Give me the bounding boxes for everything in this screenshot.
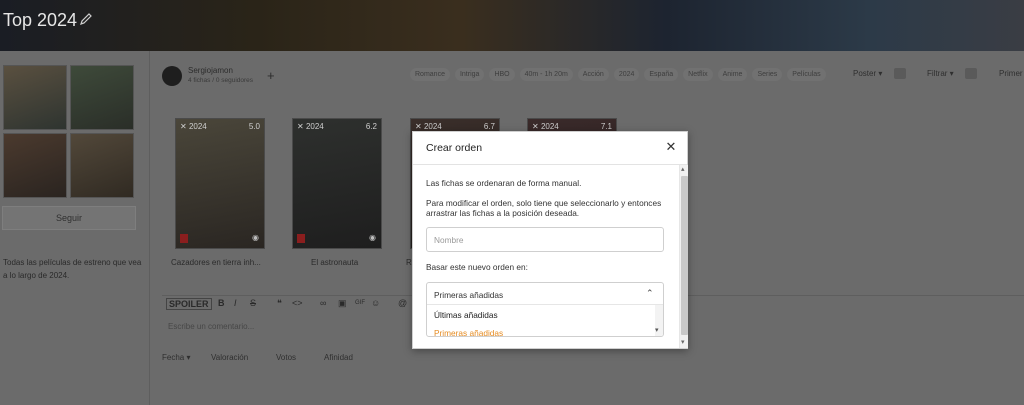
poster-title[interactable]: El astronauta	[311, 258, 358, 267]
eye-icon[interactable]: ◉	[252, 233, 259, 242]
list-banner: Top 2024	[0, 0, 1024, 51]
poster-card[interactable]: ✕ 2024 5.0 ◉	[175, 118, 265, 249]
poster-year: ✕ 2024	[180, 122, 207, 131]
mention-icon[interactable]: @	[398, 298, 407, 308]
poster-year: ✕ 2024	[415, 122, 442, 131]
tag-chip[interactable]: Romance	[410, 68, 450, 81]
sort-date-label: Fecha	[162, 353, 185, 362]
order-name-input[interactable]	[426, 227, 664, 252]
cover-thumb	[70, 133, 134, 198]
select-scrollbar[interactable]: ▾	[655, 305, 663, 336]
avatar[interactable]	[162, 66, 182, 86]
first-sort-label[interactable]: Primer	[999, 69, 1023, 78]
poster-year: ✕ 2024	[532, 122, 559, 131]
info-text: Para modificar el orden, solo tiene que …	[426, 198, 662, 218]
modal-title: Crear orden	[426, 142, 483, 154]
spoiler-button[interactable]: SPOILER	[166, 298, 212, 310]
quote-icon[interactable]: ❝	[277, 298, 282, 309]
chevron-down-icon[interactable]: ▾	[655, 326, 659, 334]
scroll-down-icon[interactable]: ▾	[681, 338, 685, 347]
poster-title[interactable]: Cazadores en tierra inh...	[171, 258, 261, 267]
sort-date[interactable]: Fecha ▾	[162, 353, 190, 362]
scroll-up-icon[interactable]: ▴	[681, 165, 685, 174]
select-option-first-added[interactable]: Primeras añadidas	[434, 328, 503, 336]
poster-score: 7.1	[600, 122, 612, 131]
tag-chip[interactable]: Anime	[717, 68, 748, 81]
follow-button[interactable]: Seguir	[2, 206, 136, 230]
layout-icon[interactable]	[894, 68, 906, 79]
bold-icon[interactable]: B	[218, 298, 225, 308]
create-order-modal: Crear orden ✕ Las fichas se ordenaran de…	[412, 131, 688, 349]
link-icon[interactable]: ∞	[320, 298, 326, 308]
poster-year: ✕ 2024	[297, 122, 324, 131]
modal-header: Crear orden ✕	[413, 132, 687, 165]
filter-label: Filtrar	[927, 69, 948, 78]
cover-collage	[3, 65, 136, 198]
sort-rating[interactable]: Valoración	[211, 353, 248, 362]
pencil-icon[interactable]	[79, 12, 93, 26]
poster-score: 5.0	[248, 122, 260, 131]
modal-scrollbar[interactable]: ▴ ▾	[679, 165, 688, 348]
image-icon[interactable]: ▣	[338, 298, 347, 309]
filter-dropdown[interactable]: Filtrar ▾	[927, 69, 954, 78]
tag-chip[interactable]: Acción	[577, 68, 609, 81]
tag-chip[interactable]: Intriga	[454, 68, 485, 81]
close-icon[interactable]: ✕	[663, 139, 679, 155]
tag-chip[interactable]: Películas	[787, 68, 826, 81]
gif-icon[interactable]: GIF	[355, 300, 365, 306]
select-current[interactable]: Primeras añadidas ⌃	[427, 283, 663, 305]
tag-chip[interactable]: 40m - 1h 20m	[519, 68, 573, 81]
modal-body: Las fichas se ordenaran de forma manual.…	[413, 165, 679, 348]
scrollbar-thumb[interactable]	[681, 176, 688, 335]
poster-score: 6.7	[483, 122, 495, 131]
view-label: Poster	[853, 69, 877, 78]
netflix-icon	[297, 234, 305, 243]
poster-card[interactable]: ✕ 2024 6.2 ◉	[292, 118, 382, 249]
plus-icon[interactable]: +	[267, 68, 275, 83]
list-sidebar: Seguir Todas las películas de estreno qu…	[0, 51, 150, 405]
tag-chip[interactable]: Series	[752, 68, 783, 81]
list-title: Top 2024	[3, 10, 78, 30]
strikethrough-icon[interactable]: S	[250, 298, 256, 308]
tag-chip[interactable]: HBO	[489, 68, 515, 81]
emoji-icon[interactable]: ☺	[371, 298, 380, 308]
select-current-value: Primeras añadidas	[434, 290, 504, 300]
list-description: Todas las películas de estreno que vea a…	[3, 258, 142, 280]
cover-thumb	[3, 133, 67, 198]
sort-votes[interactable]: Votos	[276, 353, 296, 362]
tag-chip[interactable]: Netflix	[683, 68, 713, 81]
code-icon[interactable]: <>	[292, 298, 303, 308]
tag-bar: Romance Intriga HBO 40m - 1h 20m Acción …	[410, 68, 826, 81]
user-name[interactable]: Sergiojamon	[188, 66, 233, 75]
eye-icon[interactable]: ◉	[369, 233, 376, 242]
tag-chip[interactable]: España	[644, 68, 679, 81]
select-option-last-added[interactable]: Últimas añadidas	[434, 310, 498, 320]
user-stats: 4 fichas / 0 seguidores	[188, 77, 254, 84]
base-order-select[interactable]: Primeras añadidas ⌃ Últimas añadidas Pri…	[426, 282, 664, 337]
netflix-icon	[180, 234, 188, 243]
chevron-up-icon[interactable]: ⌃	[646, 288, 654, 299]
comment-input[interactable]: Escribe un comentario...	[168, 322, 254, 331]
italic-icon[interactable]: I	[234, 298, 237, 308]
cover-thumb	[70, 65, 134, 130]
filter-icon[interactable]	[965, 68, 977, 79]
base-order-label: Basar este nuevo orden en:	[426, 262, 528, 272]
cover-thumb	[3, 65, 67, 130]
tag-chip[interactable]: 2024	[613, 68, 640, 81]
poster-score: 6.2	[365, 122, 377, 131]
sort-affinity[interactable]: Afinidad	[324, 353, 353, 362]
view-dropdown[interactable]: Poster ▾	[853, 69, 882, 78]
info-text: Las fichas se ordenaran de forma manual.	[426, 178, 582, 188]
